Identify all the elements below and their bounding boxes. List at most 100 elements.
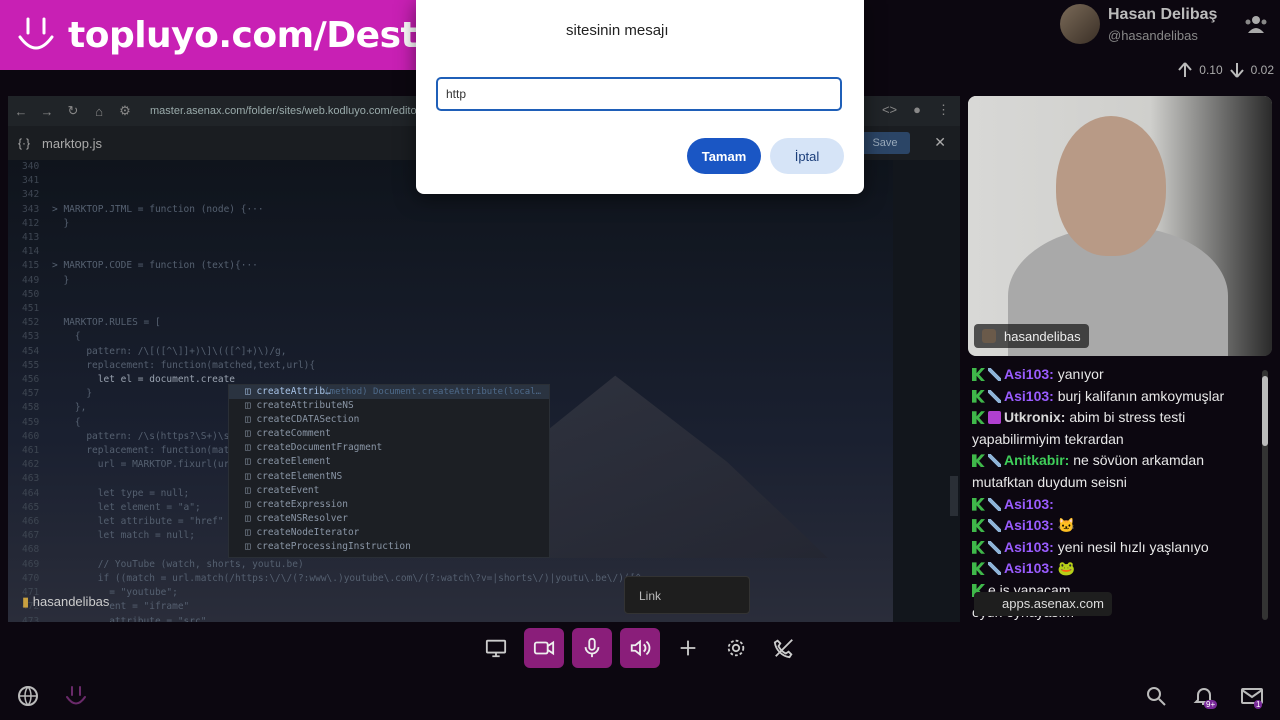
line-number: 451 xyxy=(22,303,40,315)
line-number: 466 xyxy=(22,516,40,528)
code-line: 452 MARKTOP.RULES = [ xyxy=(22,316,641,330)
code-text: pattern: /\[([^\]]+)\]\(([^]+)\)/g, xyxy=(52,345,287,357)
chat-message: Asi103: burj kalifanın amkoymuşlar xyxy=(968,386,1258,408)
green-badge-icon xyxy=(972,562,985,576)
forward-icon: → xyxy=(40,103,54,119)
code-line: 455 replacement: function(matched,text,u… xyxy=(22,359,641,373)
search-icon[interactable] xyxy=(1144,684,1168,708)
code-text: }, xyxy=(52,402,87,414)
webcam-person-head xyxy=(1056,116,1166,256)
code-line: 450 xyxy=(22,288,641,302)
webcam-feed: hasandelibas xyxy=(968,96,1272,356)
code-text: url = MARKTOP.fixurl(url xyxy=(52,459,236,471)
friends-icon[interactable] xyxy=(1244,14,1268,34)
avatar[interactable] xyxy=(1060,4,1100,44)
code-text: pattern: /\s(https?\S+)\s xyxy=(52,430,230,442)
chat-username[interactable]: Asi103: xyxy=(1004,517,1058,533)
sword-badge-icon xyxy=(988,368,1001,381)
line-number: 452 xyxy=(22,317,40,329)
brand-url: topluyo.com/Destek xyxy=(68,14,465,56)
topluyo-home-icon[interactable] xyxy=(64,684,88,708)
line-number: 454 xyxy=(22,345,40,357)
user-avatar-icon xyxy=(982,329,996,343)
code-line: 415 > MARKTOP.CODE = function (text){··· xyxy=(22,259,641,273)
chat-username[interactable]: Asi103: xyxy=(1004,560,1058,576)
line-number: 342 xyxy=(22,189,40,201)
speaker-button[interactable] xyxy=(620,628,660,668)
disconnect-button[interactable] xyxy=(764,628,804,668)
code-line: 469 // YouTube (watch, shorts, youtu.be) xyxy=(22,558,641,572)
suggestion-item: ◫ createComment xyxy=(245,428,331,440)
sword-badge-icon xyxy=(988,389,1001,403)
code-text: let attribute = "href" xyxy=(52,516,224,528)
line-number: 453 xyxy=(22,331,40,343)
line-number: 461 xyxy=(22,445,40,457)
line-number: 462 xyxy=(22,459,40,471)
upload-stat: 0.10 xyxy=(1199,63,1223,77)
chat-message: Asi103: yeni nesil hızlı yaşlanıyo xyxy=(968,537,1258,559)
reload-icon: ↻ xyxy=(67,103,79,118)
chat-message: Asi103: 🐸 xyxy=(968,558,1258,580)
sword-badge-icon xyxy=(988,519,1001,533)
ok-button[interactable]: Tamam xyxy=(687,138,761,174)
user-handle: @hasandelibas xyxy=(1108,28,1198,43)
chat-text: burj kalifanın amkoymuşlar xyxy=(1057,387,1225,404)
green-badge-icon xyxy=(972,540,985,554)
code-text: let el = document.create xyxy=(52,374,236,386)
code-line: 413 xyxy=(22,231,641,245)
chat-username[interactable]: Utkronix: xyxy=(1004,409,1069,425)
url-input[interactable] xyxy=(436,77,842,111)
webcam-label: hasandelibas xyxy=(974,324,1089,348)
chat-text: 🐱 xyxy=(1057,517,1076,534)
dialog-title: sitesinin mesajı xyxy=(566,22,669,39)
home-icon: ⌂ xyxy=(95,103,103,119)
line-number: 473 xyxy=(22,615,40,623)
suggestion-item: ◫ createEvent xyxy=(245,484,320,496)
chat-message: Asi103: xyxy=(968,494,1258,516)
chat-username[interactable]: Asi103: xyxy=(1004,496,1054,512)
code-text: } xyxy=(52,274,70,286)
notification-badge: 9+ xyxy=(1204,700,1218,709)
sword-badge-icon xyxy=(988,562,1001,576)
sword-badge-icon xyxy=(988,497,1001,511)
code-line: 451 xyxy=(22,302,641,316)
suggestion-item: ◫ createElementNS xyxy=(245,470,343,482)
suggestion-meta: (method) Document.createAttribute(local… xyxy=(324,387,541,397)
screen-share-button[interactable] xyxy=(476,628,516,668)
settings-button[interactable] xyxy=(716,628,756,668)
link-tooltip: Link xyxy=(624,576,750,614)
line-number: 467 xyxy=(22,530,40,542)
camera-button[interactable] xyxy=(524,628,564,668)
chat-text: yanıyor xyxy=(1057,366,1104,382)
line-number: 340 xyxy=(22,161,40,172)
chat-scroll-thumb[interactable] xyxy=(1262,376,1268,446)
chat-username[interactable]: Asi103: xyxy=(1004,539,1058,555)
cancel-button[interactable]: İptal xyxy=(770,138,844,174)
chat-username[interactable]: Asi103: xyxy=(1004,366,1058,382)
arrow-up-icon xyxy=(1178,62,1193,77)
code-text: let match = null; xyxy=(52,530,195,542)
line-number: 469 xyxy=(22,558,40,570)
topluyo-logo-icon xyxy=(18,17,54,50)
add-button[interactable] xyxy=(668,628,708,668)
chat-message: Anitkabir: ne sövüon arkamdan mutafktan … xyxy=(968,450,1258,493)
code-text: let element = "a"; xyxy=(52,501,201,513)
line-number: 456 xyxy=(22,374,40,386)
code-line: 472 ent = "iframe" xyxy=(22,600,641,614)
green-badge-icon xyxy=(972,519,985,533)
line-number: 414 xyxy=(22,246,40,258)
chat-text: 🐸 xyxy=(1057,560,1076,577)
globe-icon[interactable] xyxy=(16,684,40,708)
green-badge-icon xyxy=(972,454,985,468)
suggestion-item: ◫ createNSResolver xyxy=(245,512,348,524)
chat-message: Asi103: yanıyor xyxy=(968,364,1258,386)
line-number: 415 xyxy=(22,260,40,272)
autocomplete-list: (method) Document.createAttribute(local…… xyxy=(228,384,550,558)
chat-username[interactable]: Asi103: xyxy=(1004,388,1058,404)
suggestion-item: ◫ createExpression xyxy=(245,498,348,510)
phone-off-icon xyxy=(773,639,793,659)
microphone-button[interactable] xyxy=(572,628,612,668)
chat-username[interactable]: Anitkabir: xyxy=(1004,452,1073,468)
code-text: replacement: function(matched,text,url){ xyxy=(52,359,316,371)
file-name: marktop.js xyxy=(42,135,102,151)
